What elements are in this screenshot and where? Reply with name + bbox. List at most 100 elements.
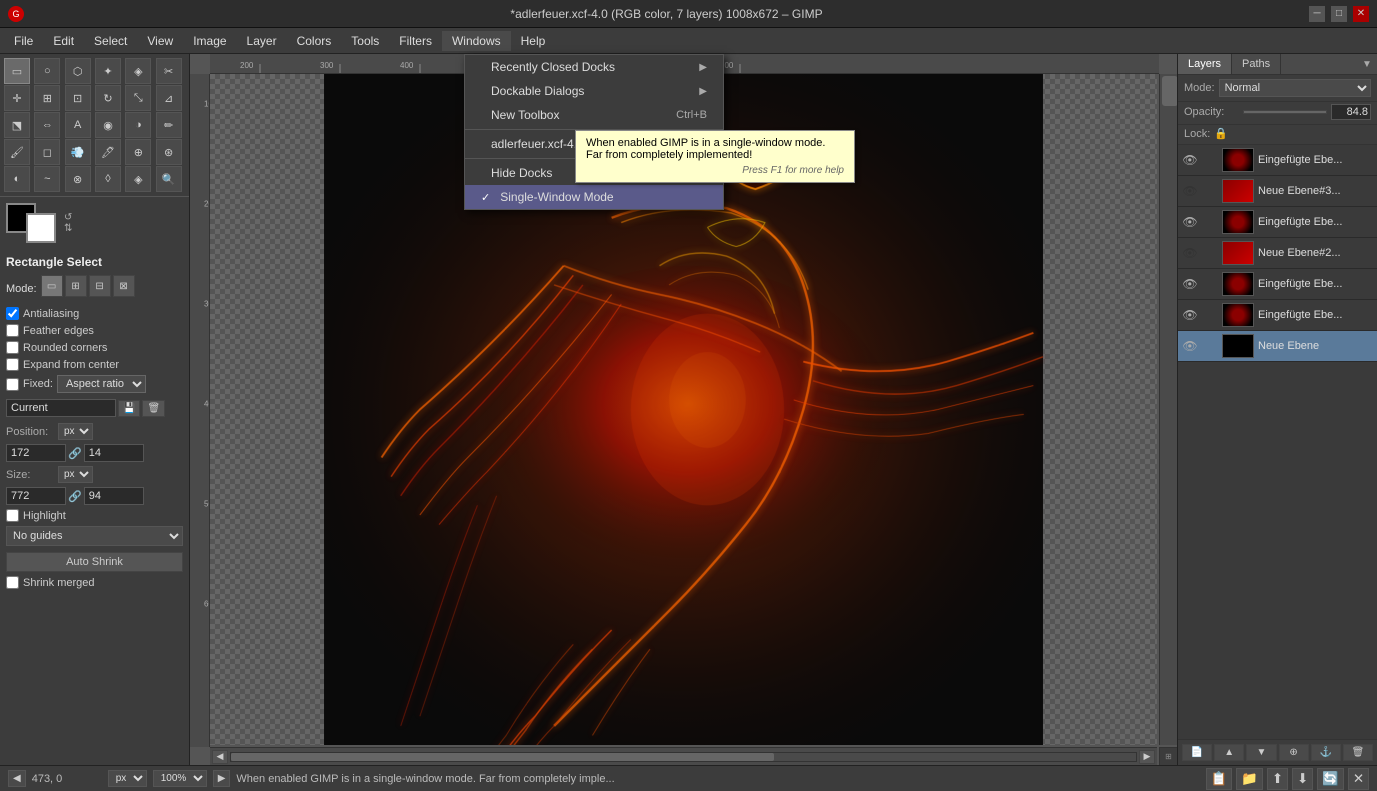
status-zoom-fit-btn[interactable]: ▶	[213, 770, 231, 787]
layer-chain-icon[interactable]	[1202, 276, 1218, 292]
horizontal-scrollbar[interactable]: ◀ ▶	[210, 747, 1157, 765]
menu-file[interactable]: File	[4, 31, 43, 51]
size-w-input[interactable]	[6, 487, 66, 505]
current-delete-btn[interactable]: 🗑	[142, 400, 165, 417]
tool-ink[interactable]: 🖊	[95, 139, 121, 165]
status-icon-btn4[interactable]: ⬇	[1292, 768, 1313, 790]
rounded-corners-checkbox[interactable]	[6, 341, 19, 354]
layer-item[interactable]: 👁 Eingefügte Ebe...	[1178, 145, 1377, 176]
opacity-slider[interactable]	[1243, 110, 1327, 114]
layer-chain-icon[interactable]	[1202, 183, 1218, 199]
status-icon-btn2[interactable]: 📁	[1236, 768, 1263, 790]
layer-chain-icon[interactable]	[1202, 214, 1218, 230]
menu-item-new-toolbox[interactable]: New Toolbox Ctrl+B	[465, 103, 723, 127]
opacity-value-input[interactable]	[1331, 104, 1371, 120]
layer-eye-icon[interactable]: 👁	[1182, 152, 1198, 168]
tool-eraser[interactable]: ◻	[34, 139, 60, 165]
mode-add[interactable]: ⊞	[65, 275, 87, 297]
tool-ellipse-select[interactable]: ○	[34, 58, 60, 84]
tool-airbrush[interactable]: 💨	[65, 139, 91, 165]
background-color[interactable]	[26, 213, 56, 243]
tool-convolve[interactable]: ⊗	[65, 166, 91, 192]
guides-select[interactable]: No guides	[6, 526, 183, 546]
layer-chain-icon[interactable]	[1202, 338, 1218, 354]
menu-tools[interactable]: Tools	[341, 31, 389, 51]
tool-perspective[interactable]: ⬔	[4, 112, 30, 138]
expand-from-center-checkbox[interactable]	[6, 358, 19, 371]
status-icon-btn3[interactable]: ⬆	[1267, 768, 1288, 790]
layer-chain-icon[interactable]	[1202, 307, 1218, 323]
menu-item-recently-closed[interactable]: Recently Closed Docks ▶	[465, 55, 723, 79]
tool-paintbrush[interactable]: 🖌	[4, 139, 30, 165]
mode-replace[interactable]: ▭	[41, 275, 63, 297]
status-icon-btn6[interactable]: ✕	[1348, 768, 1369, 790]
menu-windows[interactable]: Windows	[442, 31, 511, 51]
tool-dodge-burn[interactable]: ◐	[4, 166, 30, 192]
tool-free-select[interactable]: ⬡	[65, 58, 91, 84]
status-zoom-select[interactable]: 100%	[153, 770, 207, 787]
tool-rect-select[interactable]: ▭	[4, 58, 30, 84]
menu-select[interactable]: Select	[84, 31, 137, 51]
hscroll-thumb[interactable]	[231, 753, 774, 761]
menu-item-single-window[interactable]: ✓ Single-Window Mode	[465, 185, 723, 209]
tool-healing[interactable]: ⊛	[156, 139, 182, 165]
tool-blend[interactable]: ◑	[125, 112, 151, 138]
hscroll-left-btn[interactable]: ◀	[212, 750, 228, 764]
vscroll-thumb[interactable]	[1162, 76, 1177, 106]
tool-shear[interactable]: ⊿	[156, 85, 182, 111]
tool-move[interactable]: ✛	[4, 85, 30, 111]
layer-mode-select[interactable]: Normal	[1219, 79, 1371, 97]
tool-by-color[interactable]: ◈	[125, 58, 151, 84]
fixed-select[interactable]: Aspect ratio	[57, 375, 146, 393]
tab-paths[interactable]: Paths	[1232, 54, 1281, 74]
tool-flip[interactable]: ⇔	[34, 112, 60, 138]
maximize-button[interactable]: □	[1331, 6, 1347, 22]
menu-filters[interactable]: Filters	[389, 31, 442, 51]
tool-paths[interactable]: ◊	[95, 166, 121, 192]
highlight-checkbox[interactable]	[6, 509, 19, 522]
duplicate-layer-btn[interactable]: ⊕	[1279, 744, 1309, 761]
status-nav-btn[interactable]: ◀	[8, 770, 26, 787]
close-button[interactable]: ✕	[1353, 6, 1369, 22]
current-save-btn[interactable]: 💾	[118, 400, 140, 417]
tool-smudge[interactable]: ~	[34, 166, 60, 192]
position-x-input[interactable]	[6, 444, 66, 462]
lock-pixels-icon[interactable]: 🔒	[1214, 127, 1228, 140]
tool-color-picker[interactable]: ◈	[125, 166, 151, 192]
layer-item[interactable]: 👁 Neue Ebene#2...	[1178, 238, 1377, 269]
mode-subtract[interactable]: ⊟	[89, 275, 111, 297]
menu-edit[interactable]: Edit	[43, 31, 84, 51]
layer-eye-icon[interactable]: 👁	[1182, 307, 1198, 323]
position-unit-select[interactable]: px	[58, 423, 93, 440]
layer-eye-icon[interactable]: 👁	[1182, 214, 1198, 230]
size-unit-select[interactable]: px	[58, 466, 93, 483]
layer-item[interactable]: 👁 Eingefügte Ebe...	[1178, 269, 1377, 300]
mode-intersect[interactable]: ⊠	[113, 275, 135, 297]
layer-eye-icon[interactable]: 👁	[1182, 245, 1198, 261]
corner-resize-btn[interactable]: ⊞	[1159, 747, 1177, 765]
lower-layer-btn[interactable]: ▼	[1246, 744, 1276, 761]
hscroll-track[interactable]	[230, 752, 1137, 762]
tool-clone[interactable]: ⊕	[125, 139, 151, 165]
size-h-input[interactable]	[84, 487, 144, 505]
menu-view[interactable]: View	[137, 31, 183, 51]
layer-chain-icon[interactable]	[1202, 245, 1218, 261]
tool-scale[interactable]: ⤡	[125, 85, 151, 111]
vertical-scrollbar[interactable]	[1159, 74, 1177, 745]
current-input[interactable]	[6, 399, 116, 417]
menu-layer[interactable]: Layer	[237, 31, 287, 51]
position-y-input[interactable]	[84, 444, 144, 462]
panel-options-btn[interactable]: ▼	[1357, 54, 1377, 74]
tool-scissors[interactable]: ✂	[156, 58, 182, 84]
minimize-button[interactable]: ─	[1309, 6, 1325, 22]
tool-crop[interactable]: ⊡	[65, 85, 91, 111]
menu-colors[interactable]: Colors	[287, 31, 342, 51]
layer-item[interactable]: 👁 Eingefügte Ebe...	[1178, 207, 1377, 238]
raise-layer-btn[interactable]: ▲	[1214, 744, 1244, 761]
status-icon-btn1[interactable]: 📋	[1206, 768, 1233, 790]
new-layer-from-file-btn[interactable]: 📄	[1182, 744, 1212, 761]
tool-bucket-fill[interactable]: ◉	[95, 112, 121, 138]
layer-chain-icon[interactable]	[1202, 152, 1218, 168]
menu-image[interactable]: Image	[183, 31, 236, 51]
layer-item-active[interactable]: 👁 Neue Ebene	[1178, 331, 1377, 362]
